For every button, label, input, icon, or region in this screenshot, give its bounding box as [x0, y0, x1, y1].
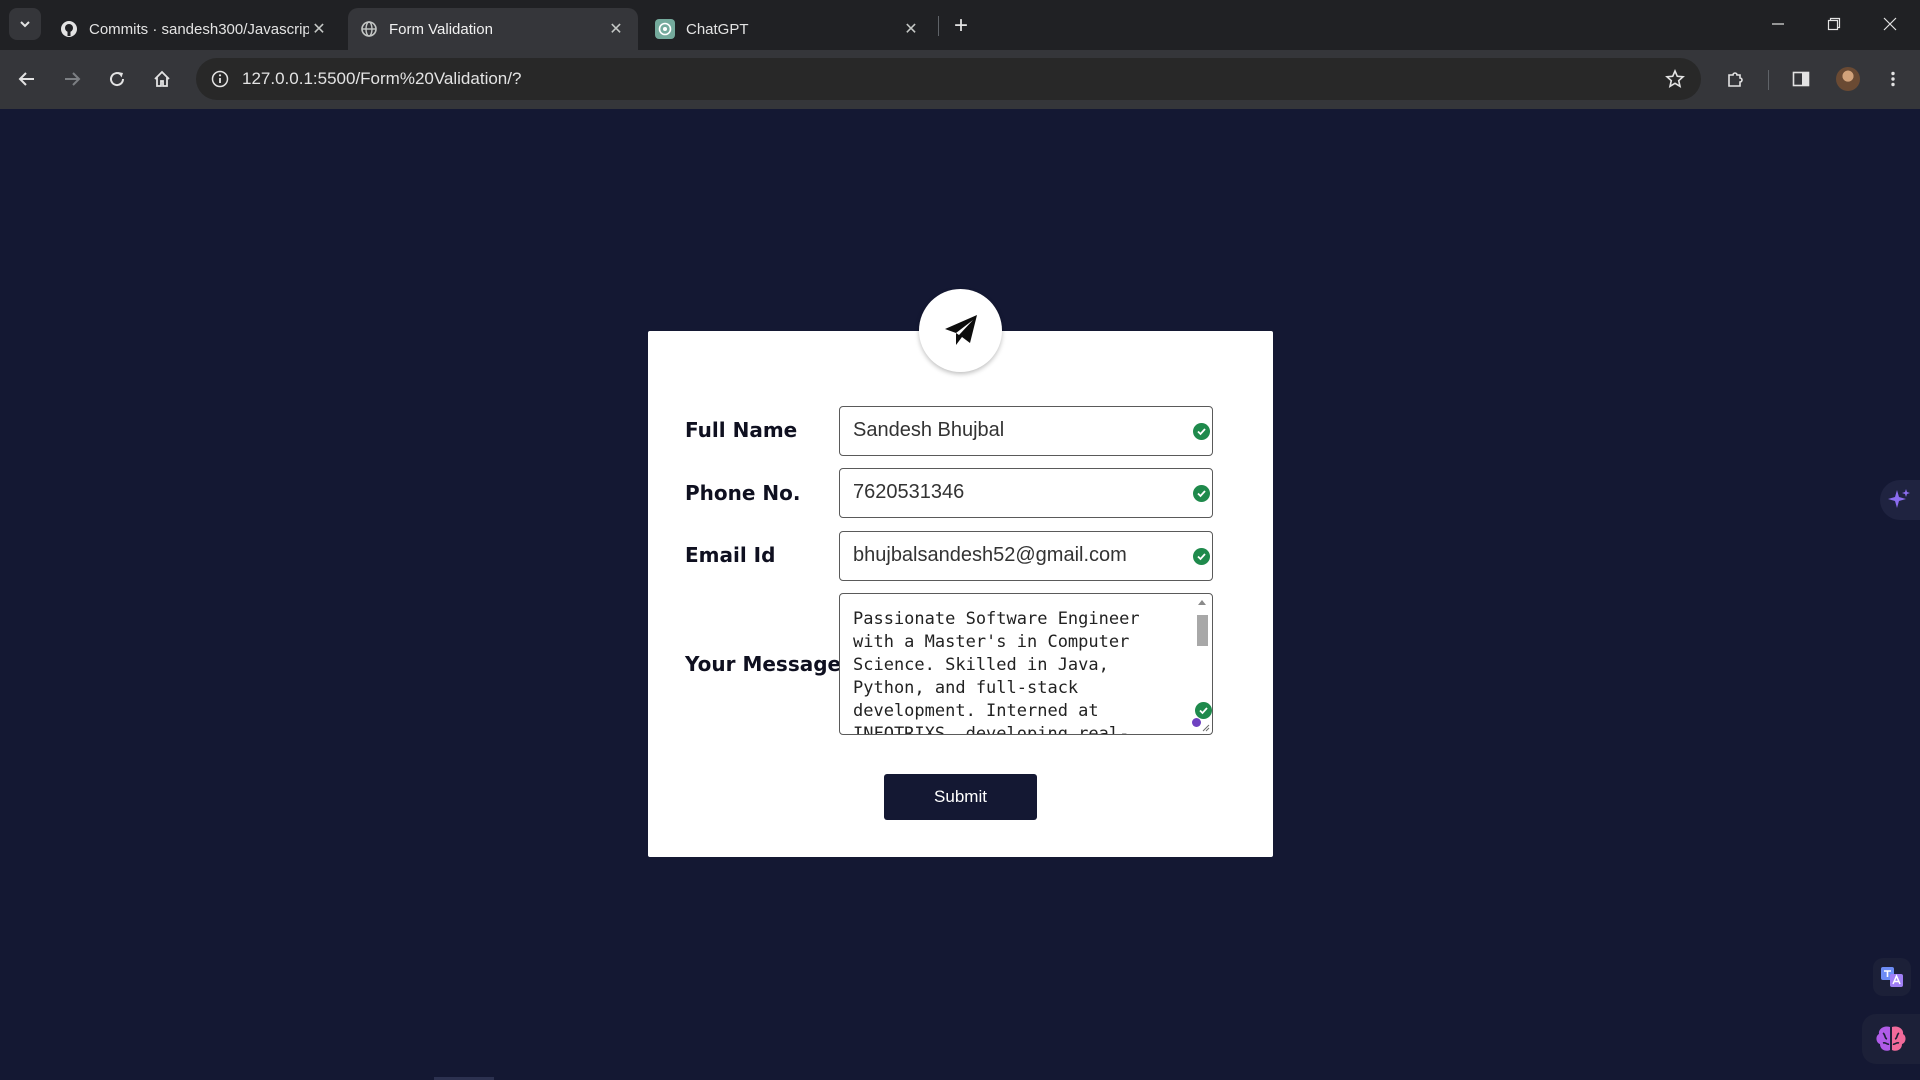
tab-strip: Commits · sandesh300/Javascript ✕ Form V… — [0, 0, 1920, 50]
reload-icon — [110, 72, 125, 87]
phone-input[interactable]: 7620531346 — [839, 468, 1213, 518]
side-panel-icon — [1792, 71, 1810, 87]
paper-plane-icon — [944, 314, 977, 345]
sparkle-icon — [1888, 489, 1910, 508]
restore-icon — [1827, 17, 1841, 31]
scroll-thumb[interactable] — [1197, 615, 1208, 646]
forward-button[interactable] — [55, 62, 89, 96]
back-button[interactable] — [10, 62, 44, 96]
info-icon — [211, 70, 229, 88]
site-info-button[interactable] — [204, 63, 236, 95]
brain-icon — [1876, 1026, 1906, 1051]
toolbar-divider — [1768, 70, 1769, 90]
address-bar[interactable]: 127.0.0.1:5500/Form%20Validation/? — [196, 58, 1701, 100]
message-label: Your Message — [685, 652, 842, 676]
phone-label: Phone No. — [685, 481, 801, 505]
ai-brain-button[interactable] — [1862, 1014, 1920, 1064]
tab-title: Commits · sandesh300/Javascript — [89, 20, 309, 38]
tab-chatgpt[interactable]: ChatGPT ✕ — [643, 8, 933, 50]
github-icon — [61, 21, 77, 37]
email-label: Email Id — [685, 543, 776, 567]
arrow-left-icon — [18, 72, 34, 86]
tab-title: ChatGPT — [686, 20, 749, 38]
browser-toolbar: 127.0.0.1:5500/Form%20Validation/? — [0, 50, 1920, 109]
full-name-label: Full Name — [685, 418, 798, 442]
ai-assistant-tab[interactable] — [1880, 480, 1920, 520]
restore-button[interactable] — [1806, 0, 1862, 48]
browser-menu-button[interactable] — [1876, 62, 1910, 96]
tab-form-validation[interactable]: Form Validation ✕ — [348, 8, 638, 50]
extensions-button[interactable] — [1719, 62, 1753, 96]
globe-icon — [361, 21, 377, 37]
close-icon — [1883, 17, 1897, 31]
home-icon — [154, 70, 170, 87]
bookmark-button[interactable] — [1659, 63, 1691, 95]
phone-value: 7620531346 — [853, 481, 965, 503]
new-tab-button[interactable]: + — [947, 12, 975, 40]
more-vertical-icon — [1891, 71, 1895, 87]
full-name-input[interactable]: Sandesh Bhujbal — [839, 406, 1213, 456]
translate-icon — [1881, 967, 1903, 987]
close-icon[interactable]: ✕ — [309, 19, 329, 39]
close-icon[interactable]: ✕ — [901, 19, 921, 39]
arrow-right-icon — [65, 72, 81, 86]
translate-button[interactable] — [1873, 958, 1911, 996]
minimize-button[interactable] — [1750, 0, 1806, 48]
tab-divider — [938, 16, 939, 36]
resize-grip-icon[interactable] — [1200, 722, 1210, 732]
reload-button[interactable] — [100, 62, 134, 96]
chatgpt-icon — [655, 19, 675, 39]
email-value: bhujbalsandesh52@gmail.com — [853, 544, 1127, 566]
message-textarea[interactable]: Passionate Software Engineer with a Mast… — [839, 593, 1213, 735]
email-input[interactable]: bhujbalsandesh52@gmail.com — [839, 531, 1213, 581]
window-close-button[interactable] — [1862, 0, 1918, 48]
minimize-icon — [1772, 23, 1784, 25]
url-text[interactable]: 127.0.0.1:5500/Form%20Validation/? — [242, 69, 521, 89]
check-circle-icon — [1193, 485, 1210, 502]
tab-title: Form Validation — [389, 20, 493, 38]
chevron-down-icon — [20, 21, 30, 28]
check-circle-icon — [1193, 423, 1210, 440]
check-circle-icon — [1193, 548, 1210, 565]
message-value: Passionate Software Engineer with a Mast… — [853, 609, 1140, 735]
profile-avatar[interactable] — [1836, 67, 1860, 91]
submit-button[interactable]: Submit — [884, 774, 1037, 820]
side-panel-button[interactable] — [1784, 62, 1818, 96]
star-icon — [1665, 69, 1685, 88]
full-name-value: Sandesh Bhujbal — [853, 419, 1005, 441]
form-logo — [919, 289, 1002, 372]
close-icon[interactable]: ✕ — [606, 19, 626, 39]
check-circle-icon — [1195, 702, 1212, 719]
home-button[interactable] — [145, 62, 179, 96]
scroll-up-arrow-icon[interactable] — [1198, 600, 1206, 605]
tab-search-button[interactable] — [9, 8, 41, 40]
puzzle-icon — [1728, 72, 1743, 87]
tab-github-commits[interactable]: Commits · sandesh300/Javascript ✕ — [48, 8, 341, 50]
